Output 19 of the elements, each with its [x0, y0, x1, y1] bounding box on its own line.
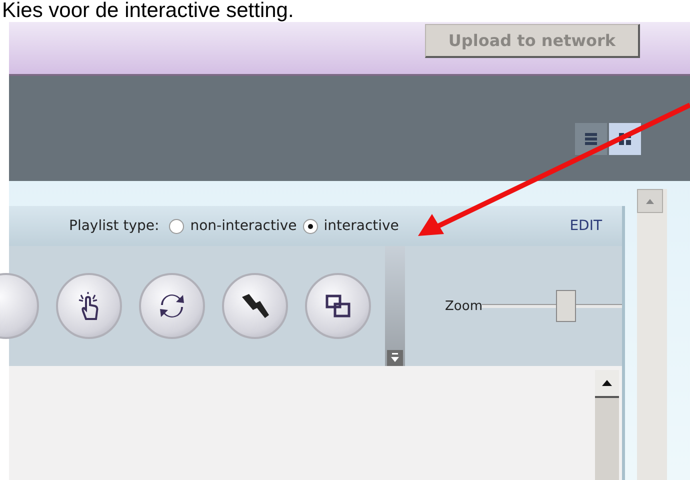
radio-button[interactable] [169, 218, 184, 234]
scroll-down-button[interactable] [387, 350, 403, 366]
zoom-label: Zoom [445, 298, 482, 314]
playlist-type-label: Playlist type: [69, 218, 160, 234]
slider-thumb[interactable] [556, 290, 576, 322]
caption-text: Kies voor de interactive setting. [1, 0, 294, 22]
up-arrow-icon [602, 380, 612, 386]
radio-label[interactable]: non-interactive [190, 218, 297, 234]
scroll-down-icon [390, 352, 400, 364]
radio-label[interactable]: interactive [324, 218, 399, 234]
grid-view-icon [618, 132, 632, 146]
up-arrow-icon [646, 198, 654, 204]
scroll-up-button[interactable] [595, 370, 619, 398]
scrollbar[interactable] [637, 189, 667, 480]
scrollbar[interactable] [595, 370, 619, 480]
radio-button[interactable] [302, 218, 318, 234]
list-view-icon [584, 132, 598, 146]
edit-link[interactable]: EDIT [570, 218, 602, 234]
lightning-icon [239, 291, 271, 321]
